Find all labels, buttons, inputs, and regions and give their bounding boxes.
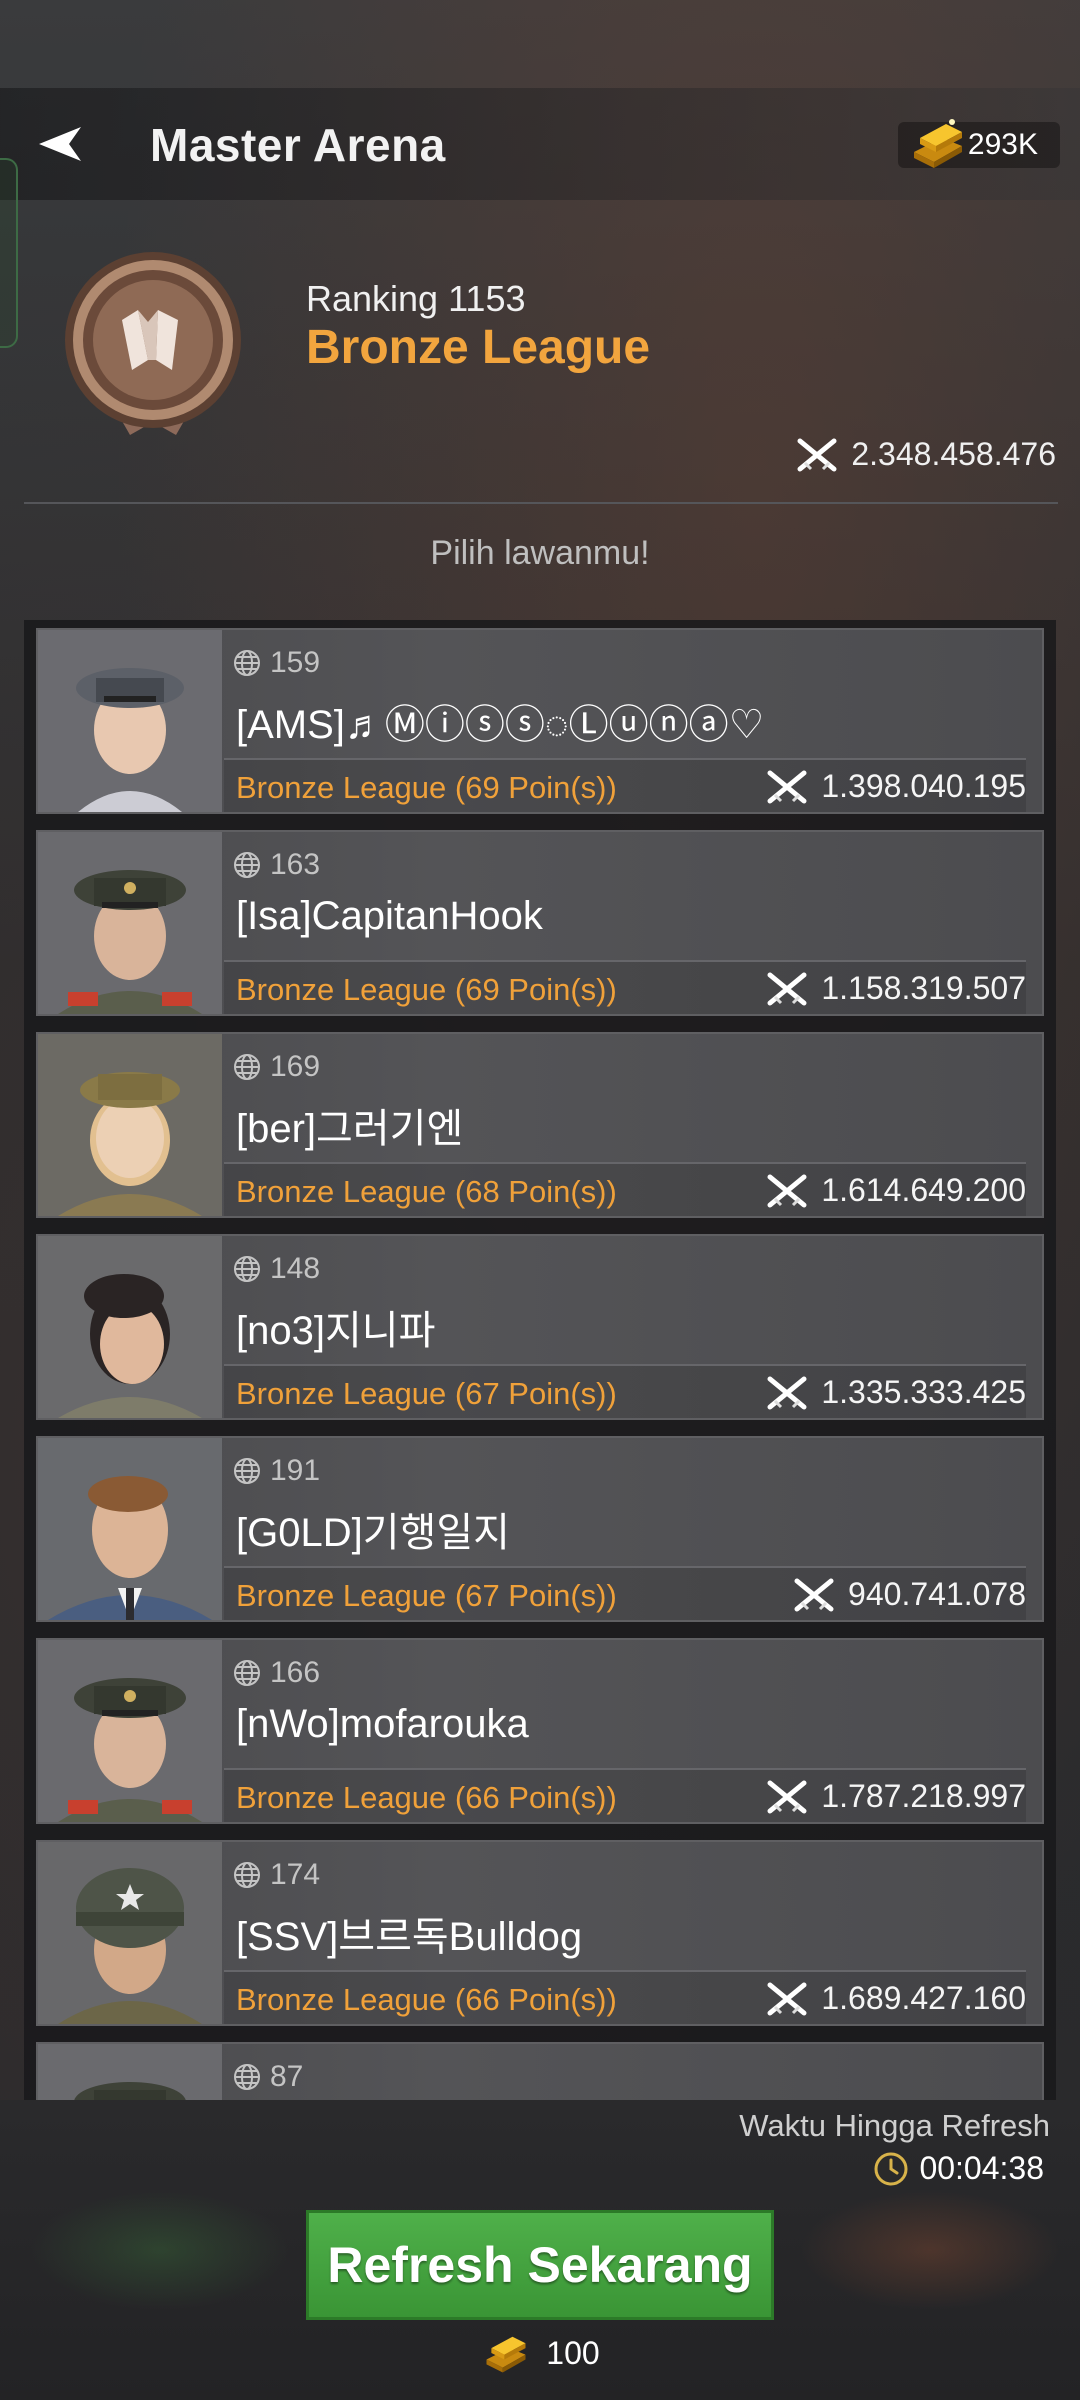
league-points: Bronze League (66 Poin(s))	[236, 1780, 617, 1815]
crossed-swords-icon	[794, 1578, 834, 1611]
page-title: Master Arena	[150, 119, 446, 171]
portrait-female-officer-icon	[38, 630, 222, 812]
player-name: [G0LD]기행일지	[236, 1511, 510, 1555]
opponent-card[interactable]: 163 [Isa]CapitanHook Bronze League (69 P…	[36, 830, 1044, 1016]
crossed-swords-icon	[767, 1376, 807, 1409]
server-id: 174	[232, 1858, 320, 1892]
globe-icon	[234, 2064, 260, 2090]
card-footer: Bronze League (67 Poin(s)) 1.335.333.425	[224, 1364, 1026, 1418]
globe-icon	[234, 1256, 260, 1282]
opponent-list[interactable]: 159 [AMS]♬Ⓜⓘⓢⓢ◌Ⓛⓤⓝⓐ♡ Bronze League (69 P…	[24, 620, 1056, 2100]
player-power: 1.787.218.997	[767, 1778, 1026, 1815]
server-id: 166	[232, 1656, 320, 1690]
card-footer: Bronze League (67 Poin(s)) 940.741.078	[224, 1566, 1026, 1620]
server-id: 169	[232, 1050, 320, 1084]
back-button[interactable]	[30, 118, 94, 170]
player-name: [ber]그러기엔	[236, 1107, 464, 1151]
league-points: Bronze League (67 Poin(s))	[236, 1376, 617, 1411]
gold-bar-icon	[486, 2336, 526, 2373]
clock-icon	[874, 2152, 908, 2185]
player-power: 1.689.427.160	[767, 1980, 1026, 2017]
server-id: 163	[232, 848, 320, 882]
portrait-female-dark-hair-icon	[38, 1236, 222, 1418]
card-footer: Bronze League (69 Poin(s)) 1.398.040.195	[224, 758, 1026, 812]
refresh-label: Waktu Hingga Refresh	[739, 2108, 1050, 2143]
side-panel-tab[interactable]	[0, 158, 18, 348]
refresh-cost-value: 100	[546, 2334, 600, 2371]
player-name: [nWo]mofarouka	[236, 1702, 529, 1746]
player-name: [Isa]CapitanHook	[236, 894, 543, 938]
globe-icon	[234, 1458, 260, 1484]
player-name: [AMS]♬Ⓜⓘⓢⓢ◌Ⓛⓤⓝⓐ♡	[236, 703, 765, 747]
decor-glow	[800, 2190, 1060, 2310]
portrait-female-khaki-icon	[38, 1034, 222, 1216]
globe-icon	[234, 1862, 260, 1888]
portrait-general-icon	[38, 2044, 222, 2100]
divider	[24, 502, 1058, 504]
decor-glow	[30, 2190, 290, 2310]
opponent-card[interactable]: 166 [nWo]mofarouka Bronze League (66 Poi…	[36, 1638, 1044, 1824]
crossed-swords-icon	[767, 770, 807, 803]
card-footer: Bronze League (66 Poin(s)) 1.689.427.160	[224, 1970, 1026, 2024]
crossed-swords-icon	[767, 1780, 807, 1813]
globe-icon	[234, 852, 260, 878]
opponent-card[interactable]: 148 [no3]지니파 Bronze League (67 Poin(s)) …	[36, 1234, 1044, 1420]
server-id: 87	[232, 2060, 303, 2094]
opponent-card[interactable]: 169 [ber]그러기엔 Bronze League (68 Poin(s))…	[36, 1032, 1044, 1218]
opponent-card[interactable]: 159 [AMS]♬Ⓜⓘⓢⓢ◌Ⓛⓤⓝⓐ♡ Bronze League (69 P…	[36, 628, 1044, 814]
league-points: Bronze League (66 Poin(s))	[236, 1982, 617, 2017]
player-power: 1.614.649.200	[767, 1172, 1026, 1209]
server-id: 148	[232, 1252, 320, 1286]
player-power: 1.158.319.507	[767, 970, 1026, 1007]
globe-icon	[234, 1660, 260, 1686]
card-footer: Bronze League (68 Poin(s)) 1.614.649.200	[224, 1162, 1026, 1216]
league-name: Bronze League	[306, 321, 651, 374]
crossed-swords-icon	[797, 438, 837, 471]
card-footer: Bronze League (66 Poin(s)) 1.787.218.997	[224, 1768, 1026, 1822]
server-id: 191	[232, 1454, 320, 1488]
refresh-now-button[interactable]: Refresh Sekarang	[306, 2210, 774, 2320]
ranking-text: Ranking 1153	[306, 278, 526, 319]
crossed-swords-icon	[767, 1982, 807, 2015]
opponent-card[interactable]: 87	[36, 2042, 1044, 2100]
gold-bar-icon	[913, 119, 962, 168]
crossed-swords-icon	[767, 972, 807, 1005]
refresh-timer: 00:04:38	[873, 2150, 1044, 2187]
total-power-value: 2.348.458.476	[851, 436, 1056, 472]
gold-amount: 293K	[967, 128, 1038, 161]
card-footer: Bronze League (69 Poin(s)) 1.158.319.507	[224, 960, 1026, 1014]
server-id: 159	[232, 646, 320, 680]
portrait-general-icon	[38, 832, 222, 1014]
gold-balance[interactable]: 293K	[897, 119, 1060, 168]
choose-opponent-text: Pilih lawanmu!	[430, 534, 650, 572]
total-power: 2.348.458.476	[797, 436, 1056, 473]
opponent-card[interactable]: 191 [G0LD]기행일지 Bronze League (67 Poin(s)…	[36, 1436, 1044, 1622]
opponent-card[interactable]: 174 [SSV]브르독Bulldog Bronze League (66 Po…	[36, 1840, 1044, 2026]
player-name: [SSV]브르독Bulldog	[236, 1915, 583, 1959]
portrait-male-blue-uniform-icon	[38, 1438, 222, 1620]
refresh-cost: 100	[0, 2330, 1080, 2376]
player-power: 1.335.333.425	[767, 1374, 1026, 1411]
timer-value: 00:04:38	[919, 2150, 1044, 2186]
league-points: Bronze League (68 Poin(s))	[236, 1174, 617, 1209]
top-bar: Master Arena 293K	[0, 88, 1080, 200]
globe-icon	[234, 1054, 260, 1080]
back-arrow-icon	[39, 127, 81, 161]
player-name: [no3]지니파	[236, 1309, 436, 1353]
player-power: 940.741.078	[794, 1576, 1026, 1613]
bronze-league-medal-icon	[65, 252, 241, 435]
league-points: Bronze League (67 Poin(s))	[236, 1578, 617, 1613]
player-power: 1.398.040.195	[767, 768, 1026, 805]
portrait-general-icon	[38, 1640, 222, 1822]
league-points: Bronze League (69 Poin(s))	[236, 972, 617, 1007]
globe-icon	[234, 650, 260, 676]
portrait-soldier-helmet-icon	[38, 1842, 222, 2024]
league-points: Bronze League (69 Poin(s))	[236, 770, 617, 805]
crossed-swords-icon	[767, 1174, 807, 1207]
